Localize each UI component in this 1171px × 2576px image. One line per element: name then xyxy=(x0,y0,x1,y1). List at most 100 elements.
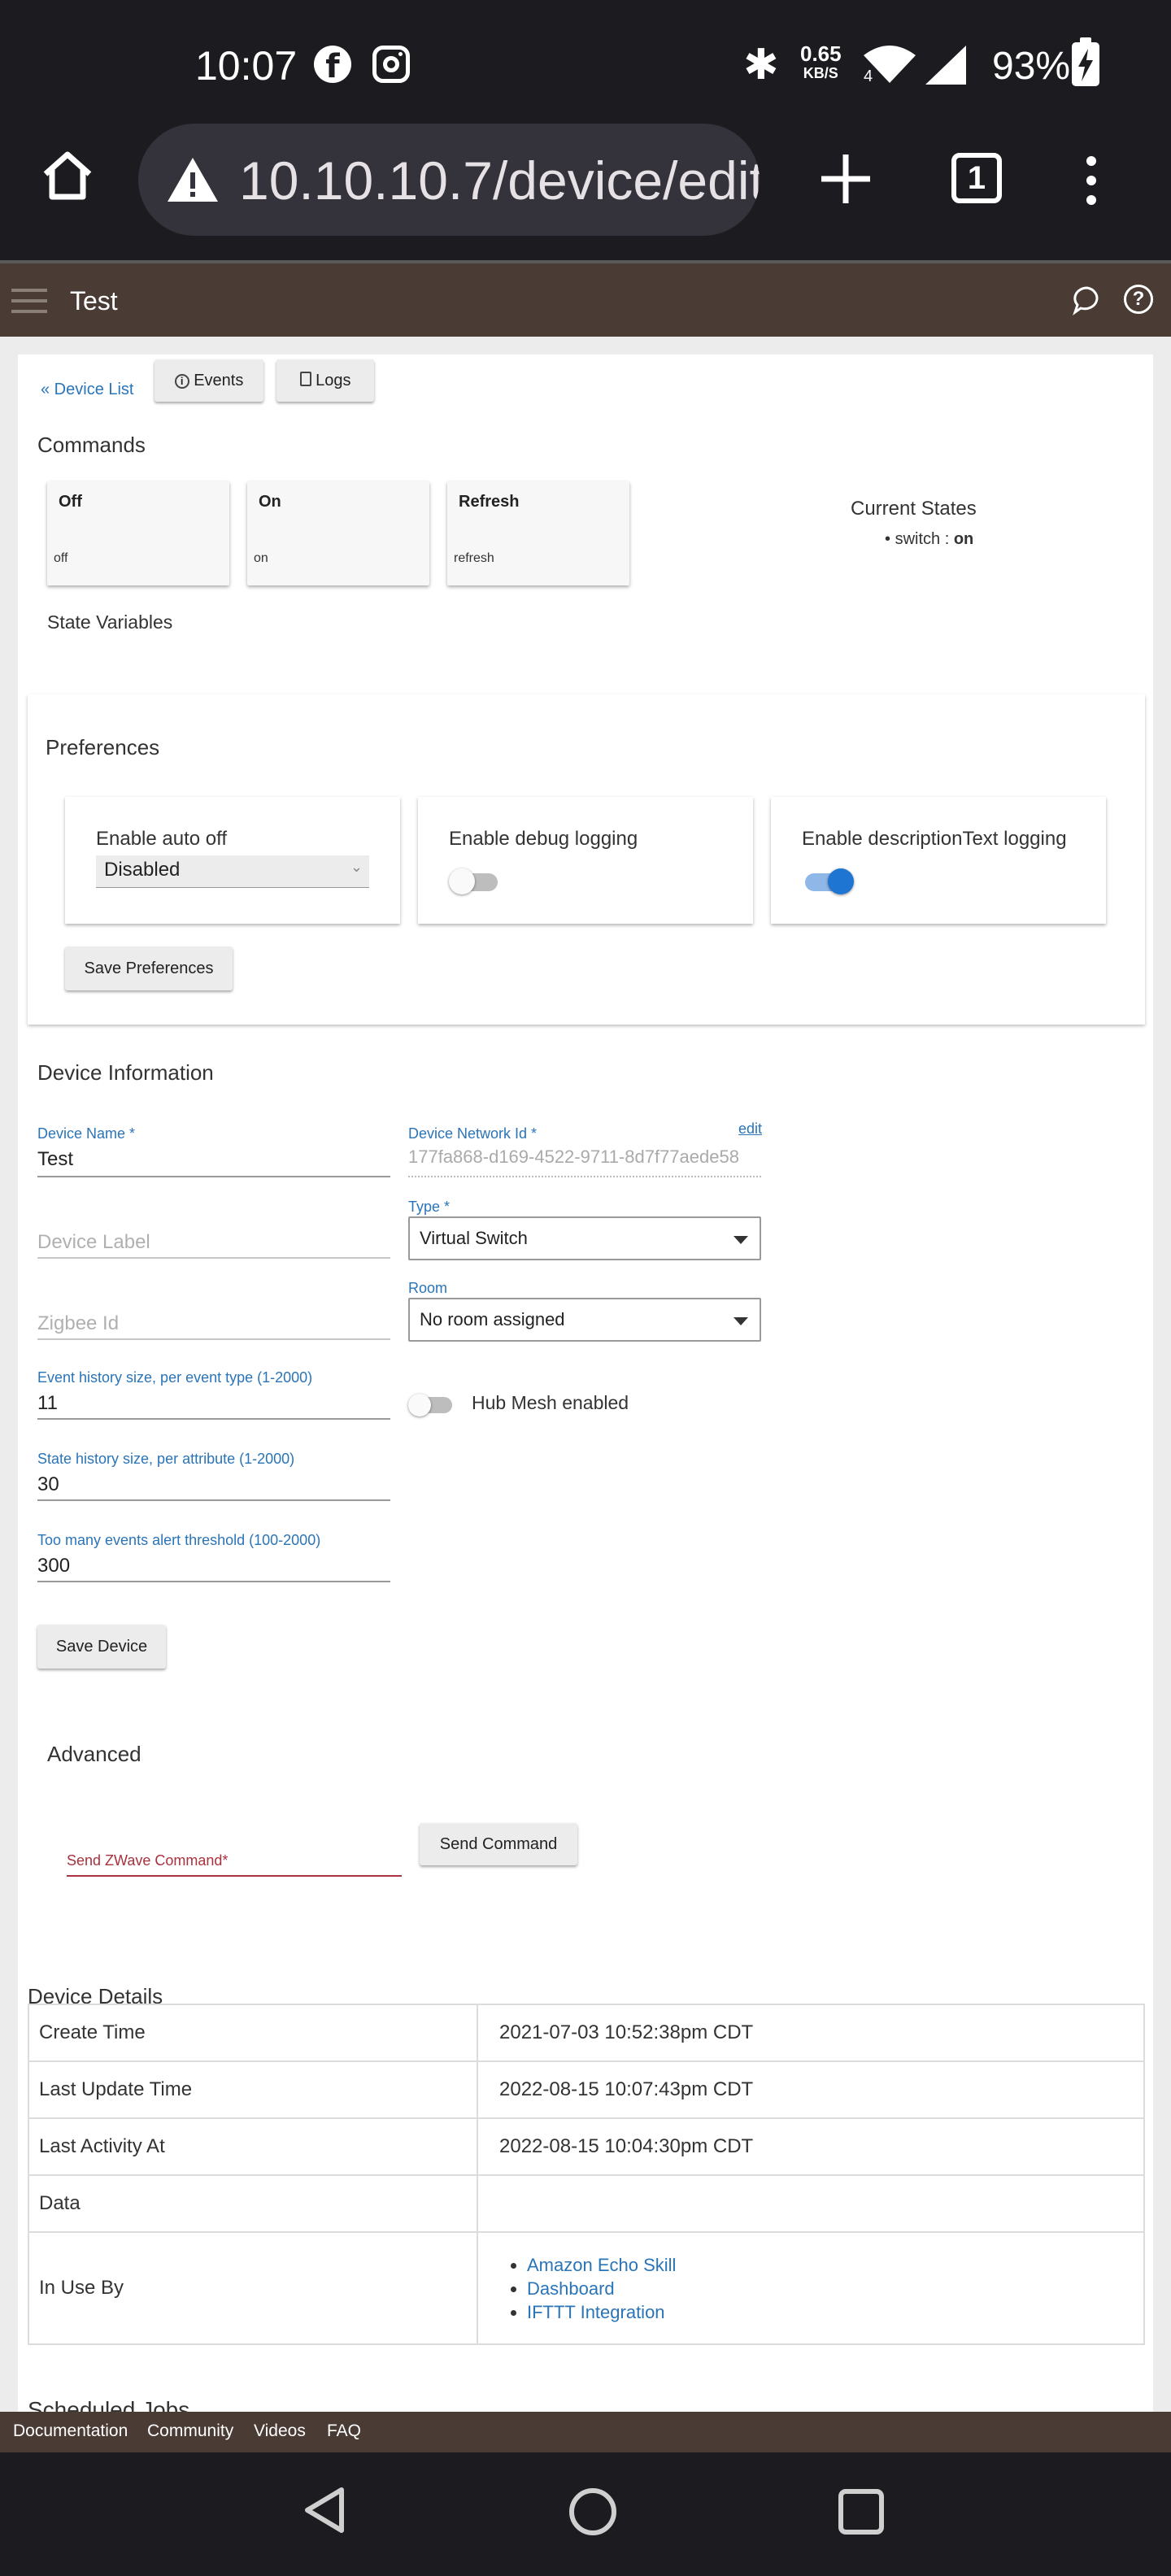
dropdown-arrow-icon xyxy=(734,1236,748,1244)
signal-icon xyxy=(925,46,966,85)
device-label-underline xyxy=(37,1257,390,1259)
command-off-button[interactable]: Off off xyxy=(47,481,229,585)
network-speed: 0.65 KB/S xyxy=(800,41,842,83)
app-title: Test xyxy=(70,286,118,315)
dni-edit-link[interactable]: edit xyxy=(738,1120,762,1138)
debug-logging-card: Enable debug logging xyxy=(418,797,753,924)
preferences-panel: Preferences Enable auto off Disabled ⌄ E… xyxy=(28,694,1145,1025)
logs-button[interactable]: Logs xyxy=(276,359,374,402)
device-list-link[interactable]: « Device List xyxy=(41,381,134,399)
in-use-list: Amazon Echo Skill Dashboard IFTTT Integr… xyxy=(478,2253,1143,2324)
current-states-title: Current States xyxy=(851,498,977,520)
device-name-label: Device Name * xyxy=(37,1125,136,1142)
desc-logging-label: Enable descriptionText logging xyxy=(802,828,1067,850)
state-history-label: State history size, per attribute (1-200… xyxy=(37,1451,295,1467)
new-tab-icon[interactable] xyxy=(818,151,873,207)
command-on-button[interactable]: On on xyxy=(247,481,429,585)
type-label: Type * xyxy=(408,1199,451,1215)
warning-icon xyxy=(168,158,218,202)
logs-button-label: Logs xyxy=(316,372,351,389)
in-use-link-ifttt[interactable]: IFTTT Integration xyxy=(527,2302,665,2322)
event-history-underline xyxy=(37,1418,390,1420)
zigbee-id-input[interactable]: Zigbee Id xyxy=(37,1312,119,1335)
debug-logging-toggle[interactable] xyxy=(449,868,498,894)
chat-icon[interactable] xyxy=(1072,285,1103,315)
wifi-icon: 4 xyxy=(864,46,916,83)
debug-logging-label: Enable debug logging xyxy=(449,828,638,850)
auto-off-value: Disabled xyxy=(104,859,181,881)
back-icon[interactable] xyxy=(301,2485,348,2535)
send-command-button[interactable]: Send Command xyxy=(420,1823,577,1865)
browser-menu-icon[interactable] xyxy=(1085,154,1098,207)
too-many-events-input[interactable]: 300 xyxy=(37,1555,70,1577)
footer-documentation-link[interactable]: Documentation xyxy=(13,2422,128,2441)
footer-faq-link[interactable]: FAQ xyxy=(327,2422,361,2441)
toggle-knob xyxy=(449,868,475,894)
last-update-value: 2022-08-15 10:07:43pm CDT xyxy=(477,2060,1145,2119)
save-device-button[interactable]: Save Device xyxy=(37,1625,166,1669)
save-preferences-button[interactable]: Save Preferences xyxy=(65,946,233,990)
network-speed-unit: KB/S xyxy=(803,65,838,81)
device-name-underline xyxy=(37,1176,390,1177)
in-use-link-dashboard[interactable]: Dashboard xyxy=(527,2278,615,2299)
zigbee-id-underline xyxy=(37,1338,390,1340)
type-value: Virtual Switch xyxy=(420,1228,528,1248)
footer-videos-link[interactable]: Videos xyxy=(254,2422,306,2441)
state-history-input[interactable]: 30 xyxy=(37,1473,59,1496)
toggle-knob xyxy=(828,868,854,894)
too-many-events-label: Too many events alert threshold (100-200… xyxy=(37,1532,321,1548)
events-button[interactable]: i Events xyxy=(155,359,263,402)
room-dropdown[interactable]: No room assigned xyxy=(408,1298,761,1342)
hub-mesh-toggle[interactable] xyxy=(408,1394,452,1416)
help-icon[interactable]: ? xyxy=(1124,285,1153,314)
device-label-input[interactable]: Device Label xyxy=(37,1231,150,1254)
in-use-link-amazon-echo[interactable]: Amazon Echo Skill xyxy=(527,2255,676,2275)
auto-off-card: Enable auto off Disabled ⌄ xyxy=(65,797,400,924)
page-content: « Device List i Events Logs Commands Off… xyxy=(0,337,1171,2412)
desc-logging-toggle[interactable] xyxy=(805,868,854,894)
room-label: Room xyxy=(408,1280,448,1296)
android-status-bar: 10:07 f ✱ 0.65 KB/S 4 93% xyxy=(0,0,1171,130)
url-text: 10.10.10.7/device/edit xyxy=(239,150,760,211)
commands-title: Commands xyxy=(37,433,146,457)
device-info-title: Device Information xyxy=(37,1060,214,1085)
device-card: « Device List i Events Logs Commands Off… xyxy=(18,355,1153,2412)
in-use-value: Amazon Echo Skill Dashboard IFTTT Integr… xyxy=(477,2231,1145,2345)
battery-percent: 93% xyxy=(992,45,1071,88)
preferences-title: Preferences xyxy=(46,735,160,759)
command-name: Refresh xyxy=(459,493,520,511)
events-button-label: Events xyxy=(194,372,244,389)
zwave-command-input[interactable]: Send ZWave Command* xyxy=(67,1852,228,1869)
state-history-underline xyxy=(37,1499,390,1501)
battery-charging-icon xyxy=(1072,37,1099,86)
network-speed-value: 0.65 xyxy=(800,41,842,66)
command-arg: refresh xyxy=(454,551,494,565)
table-row: Create Time 2021-07-03 10:52:38pm CDT xyxy=(28,2004,1145,2062)
footer-community-link[interactable]: Community xyxy=(147,2422,233,2441)
data-label: Data xyxy=(28,2174,478,2233)
footer-bar: Documentation Community Videos FAQ xyxy=(0,2412,1171,2452)
home-icon[interactable] xyxy=(41,150,94,202)
hamburger-menu-icon[interactable] xyxy=(11,288,47,314)
event-history-input[interactable]: 11 xyxy=(37,1392,58,1415)
table-row: Data xyxy=(28,2174,1145,2233)
command-refresh-button[interactable]: Refresh refresh xyxy=(447,481,629,585)
url-bar[interactable]: 10.10.10.7/device/edit xyxy=(138,124,760,236)
table-row: Last Update Time 2022-08-15 10:07:43pm C… xyxy=(28,2060,1145,2119)
signal-sub-label: 4 xyxy=(864,67,873,83)
last-activity-value: 2022-08-15 10:04:30pm CDT xyxy=(477,2117,1145,2176)
command-arg: on xyxy=(254,551,268,565)
in-use-label: In Use By xyxy=(28,2231,478,2345)
room-value: No room assigned xyxy=(420,1309,565,1329)
chevron-down-icon: ⌄ xyxy=(350,859,363,875)
type-dropdown[interactable]: Virtual Switch xyxy=(408,1216,761,1260)
recents-icon[interactable] xyxy=(838,2488,885,2535)
list-item: Dashboard xyxy=(527,2277,1143,2300)
device-name-input[interactable]: Test xyxy=(37,1148,73,1171)
dni-input[interactable]: 177fa868-d169-4522-9711-8d7f77aede58 xyxy=(408,1147,761,1176)
device-details-table: Create Time 2021-07-03 10:52:38pm CDT La… xyxy=(28,2004,1145,2345)
facebook-icon: f xyxy=(314,46,351,85)
tab-switcher-icon[interactable]: 1 xyxy=(951,153,1002,203)
home-nav-icon[interactable] xyxy=(568,2487,618,2537)
auto-off-select[interactable]: Disabled ⌄ xyxy=(96,855,369,888)
